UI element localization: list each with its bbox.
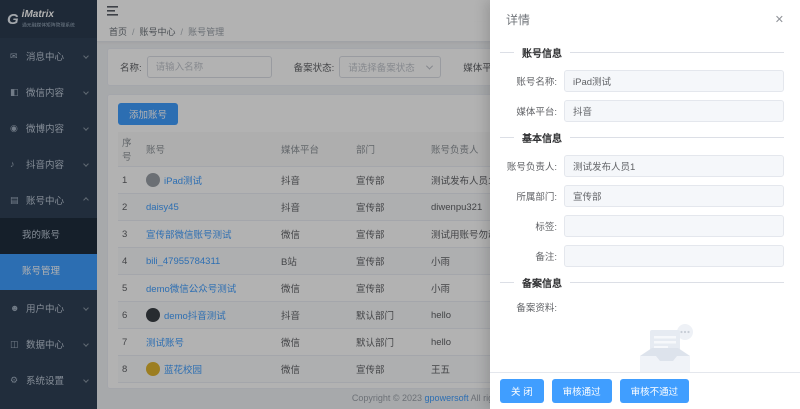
owner-label: 账号负责人: (506, 162, 557, 173)
reject-button[interactable]: 审核不通过 (619, 379, 690, 403)
department-label: 所属部门: (516, 192, 557, 203)
detail-drawer: 详情 ✕ 账号信息 账号名称: 媒体平台: 基本信息 账号负责人: (490, 0, 800, 409)
filing-material-label: 备案资料: (516, 303, 557, 314)
close-icon[interactable]: ✕ (775, 13, 784, 26)
platform-field (564, 100, 784, 122)
drawer-footer: 关 闭 审核通过 审核不通过 (490, 372, 800, 409)
section-filing-info: 备案信息 (500, 275, 784, 290)
department-field (564, 185, 784, 207)
account-name-field (564, 70, 784, 92)
close-button[interactable]: 关 闭 (500, 379, 544, 403)
account-name-label: 账号名称: (516, 77, 557, 88)
drawer-header: 详情 ✕ (490, 0, 800, 37)
remark-field (564, 245, 784, 267)
tags-field (564, 215, 784, 237)
tags-label: 标签: (535, 222, 557, 233)
owner-field (564, 155, 784, 177)
section-basic-info: 基本信息 (500, 130, 784, 145)
drawer-title: 详情 (506, 13, 531, 27)
empty-state-illustration (500, 322, 784, 378)
drawer-body: 账号信息 账号名称: 媒体平台: 基本信息 账号负责人: 所属部门: (490, 37, 800, 378)
remark-label: 备注: (535, 252, 557, 263)
section-account-info: 账号信息 (500, 45, 784, 60)
app-root: G iMatrix 通元融媒体矩阵管理系统 ✉ 消息中心 ◧ 微信内容 ◉ 微博内容 ♪ 抖音… (0, 0, 800, 409)
platform-label: 媒体平台: (516, 107, 557, 118)
approve-button[interactable]: 审核通过 (551, 379, 612, 403)
